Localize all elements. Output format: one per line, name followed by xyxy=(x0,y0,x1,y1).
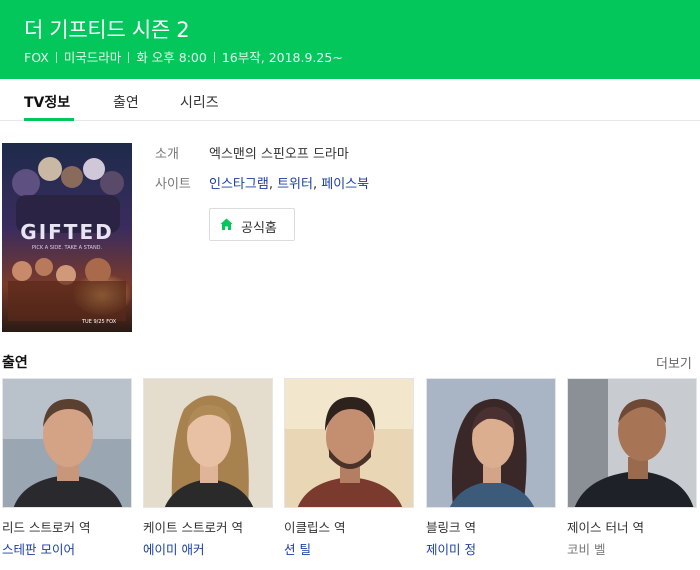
cast-photo[interactable] xyxy=(284,378,414,508)
cast-role: 이클립스 역 xyxy=(284,520,346,535)
cast-role: 케이트 스트로커 역 xyxy=(143,520,243,535)
facebook-link[interactable]: 페이스북 xyxy=(321,177,369,192)
meta-channel: FOX xyxy=(24,50,49,65)
cast-actor-link[interactable]: 션 틸 xyxy=(284,539,311,558)
poster-logo: GIFTED xyxy=(20,220,113,244)
program-poster[interactable]: GIFTED PICK A SIDE. TAKE A STAND. TUE 9/… xyxy=(2,143,132,332)
intro-label: 소개 xyxy=(155,147,179,162)
poster-tagline: PICK A SIDE. TAKE A STAND. xyxy=(32,245,103,251)
tab-tv-info[interactable]: TV정보 xyxy=(24,92,70,112)
intro-value: 엑스맨의 스핀오프 드라마 xyxy=(209,147,349,162)
house-icon xyxy=(220,218,233,235)
cast-section-title: 출연 xyxy=(2,355,28,371)
cast-actor-link[interactable]: 에이미 애커 xyxy=(143,539,204,558)
tab-series[interactable]: 시리즈 xyxy=(180,92,219,112)
cast-photo[interactable] xyxy=(143,378,273,508)
meta-divider xyxy=(128,52,130,63)
meta-divider xyxy=(55,52,57,63)
cast-actor-link[interactable]: 코비 벨 xyxy=(567,539,605,558)
program-meta: FOX 미국드라마 화 오후 8:00 16부작, 2018.9.25~ xyxy=(24,47,343,66)
tab-cast[interactable]: 출연 xyxy=(113,92,139,112)
meta-genre: 미국드라마 xyxy=(63,50,122,65)
cast-actor-link[interactable]: 스테판 모이어 xyxy=(2,539,75,558)
twitter-link[interactable]: 트위터 xyxy=(277,177,313,192)
meta-divider xyxy=(213,52,215,63)
program-title[interactable]: 더 기프티드 시즌 2 xyxy=(24,14,190,44)
poster-badge: TUE 9/25 FOX xyxy=(81,319,117,325)
official-home-label: 공식홈 xyxy=(241,221,277,236)
site-label: 사이트 xyxy=(155,177,191,192)
cast-role: 제이스 터너 역 xyxy=(567,520,644,535)
more-link[interactable]: 더보기 xyxy=(656,353,692,372)
cast-photo[interactable] xyxy=(2,378,132,508)
cast-photo[interactable] xyxy=(426,378,556,508)
site-links: 인스타그램, 트위터, 페이스북 xyxy=(209,177,370,192)
meta-episodes: 16부작, 2018.9.25~ xyxy=(221,50,343,65)
program-header: 더 기프티드 시즌 2 FOX 미국드라마 화 오후 8:00 16부작, 2018.… xyxy=(0,0,700,79)
instagram-link[interactable]: 인스타그램 xyxy=(209,177,269,192)
meta-airtime: 화 오후 8:00 xyxy=(136,50,207,65)
active-tab-indicator xyxy=(24,118,74,121)
tab-bar: TV정보 출연 시리즈 xyxy=(0,79,700,121)
cast-role: 리드 스트로커 역 xyxy=(2,520,91,535)
official-home-button[interactable]: 공식홈 xyxy=(209,208,295,241)
cast-actor-link[interactable]: 제이미 정 xyxy=(426,539,476,558)
cast-photo[interactable] xyxy=(567,378,697,508)
cast-role: 블링크 역 xyxy=(426,520,476,535)
